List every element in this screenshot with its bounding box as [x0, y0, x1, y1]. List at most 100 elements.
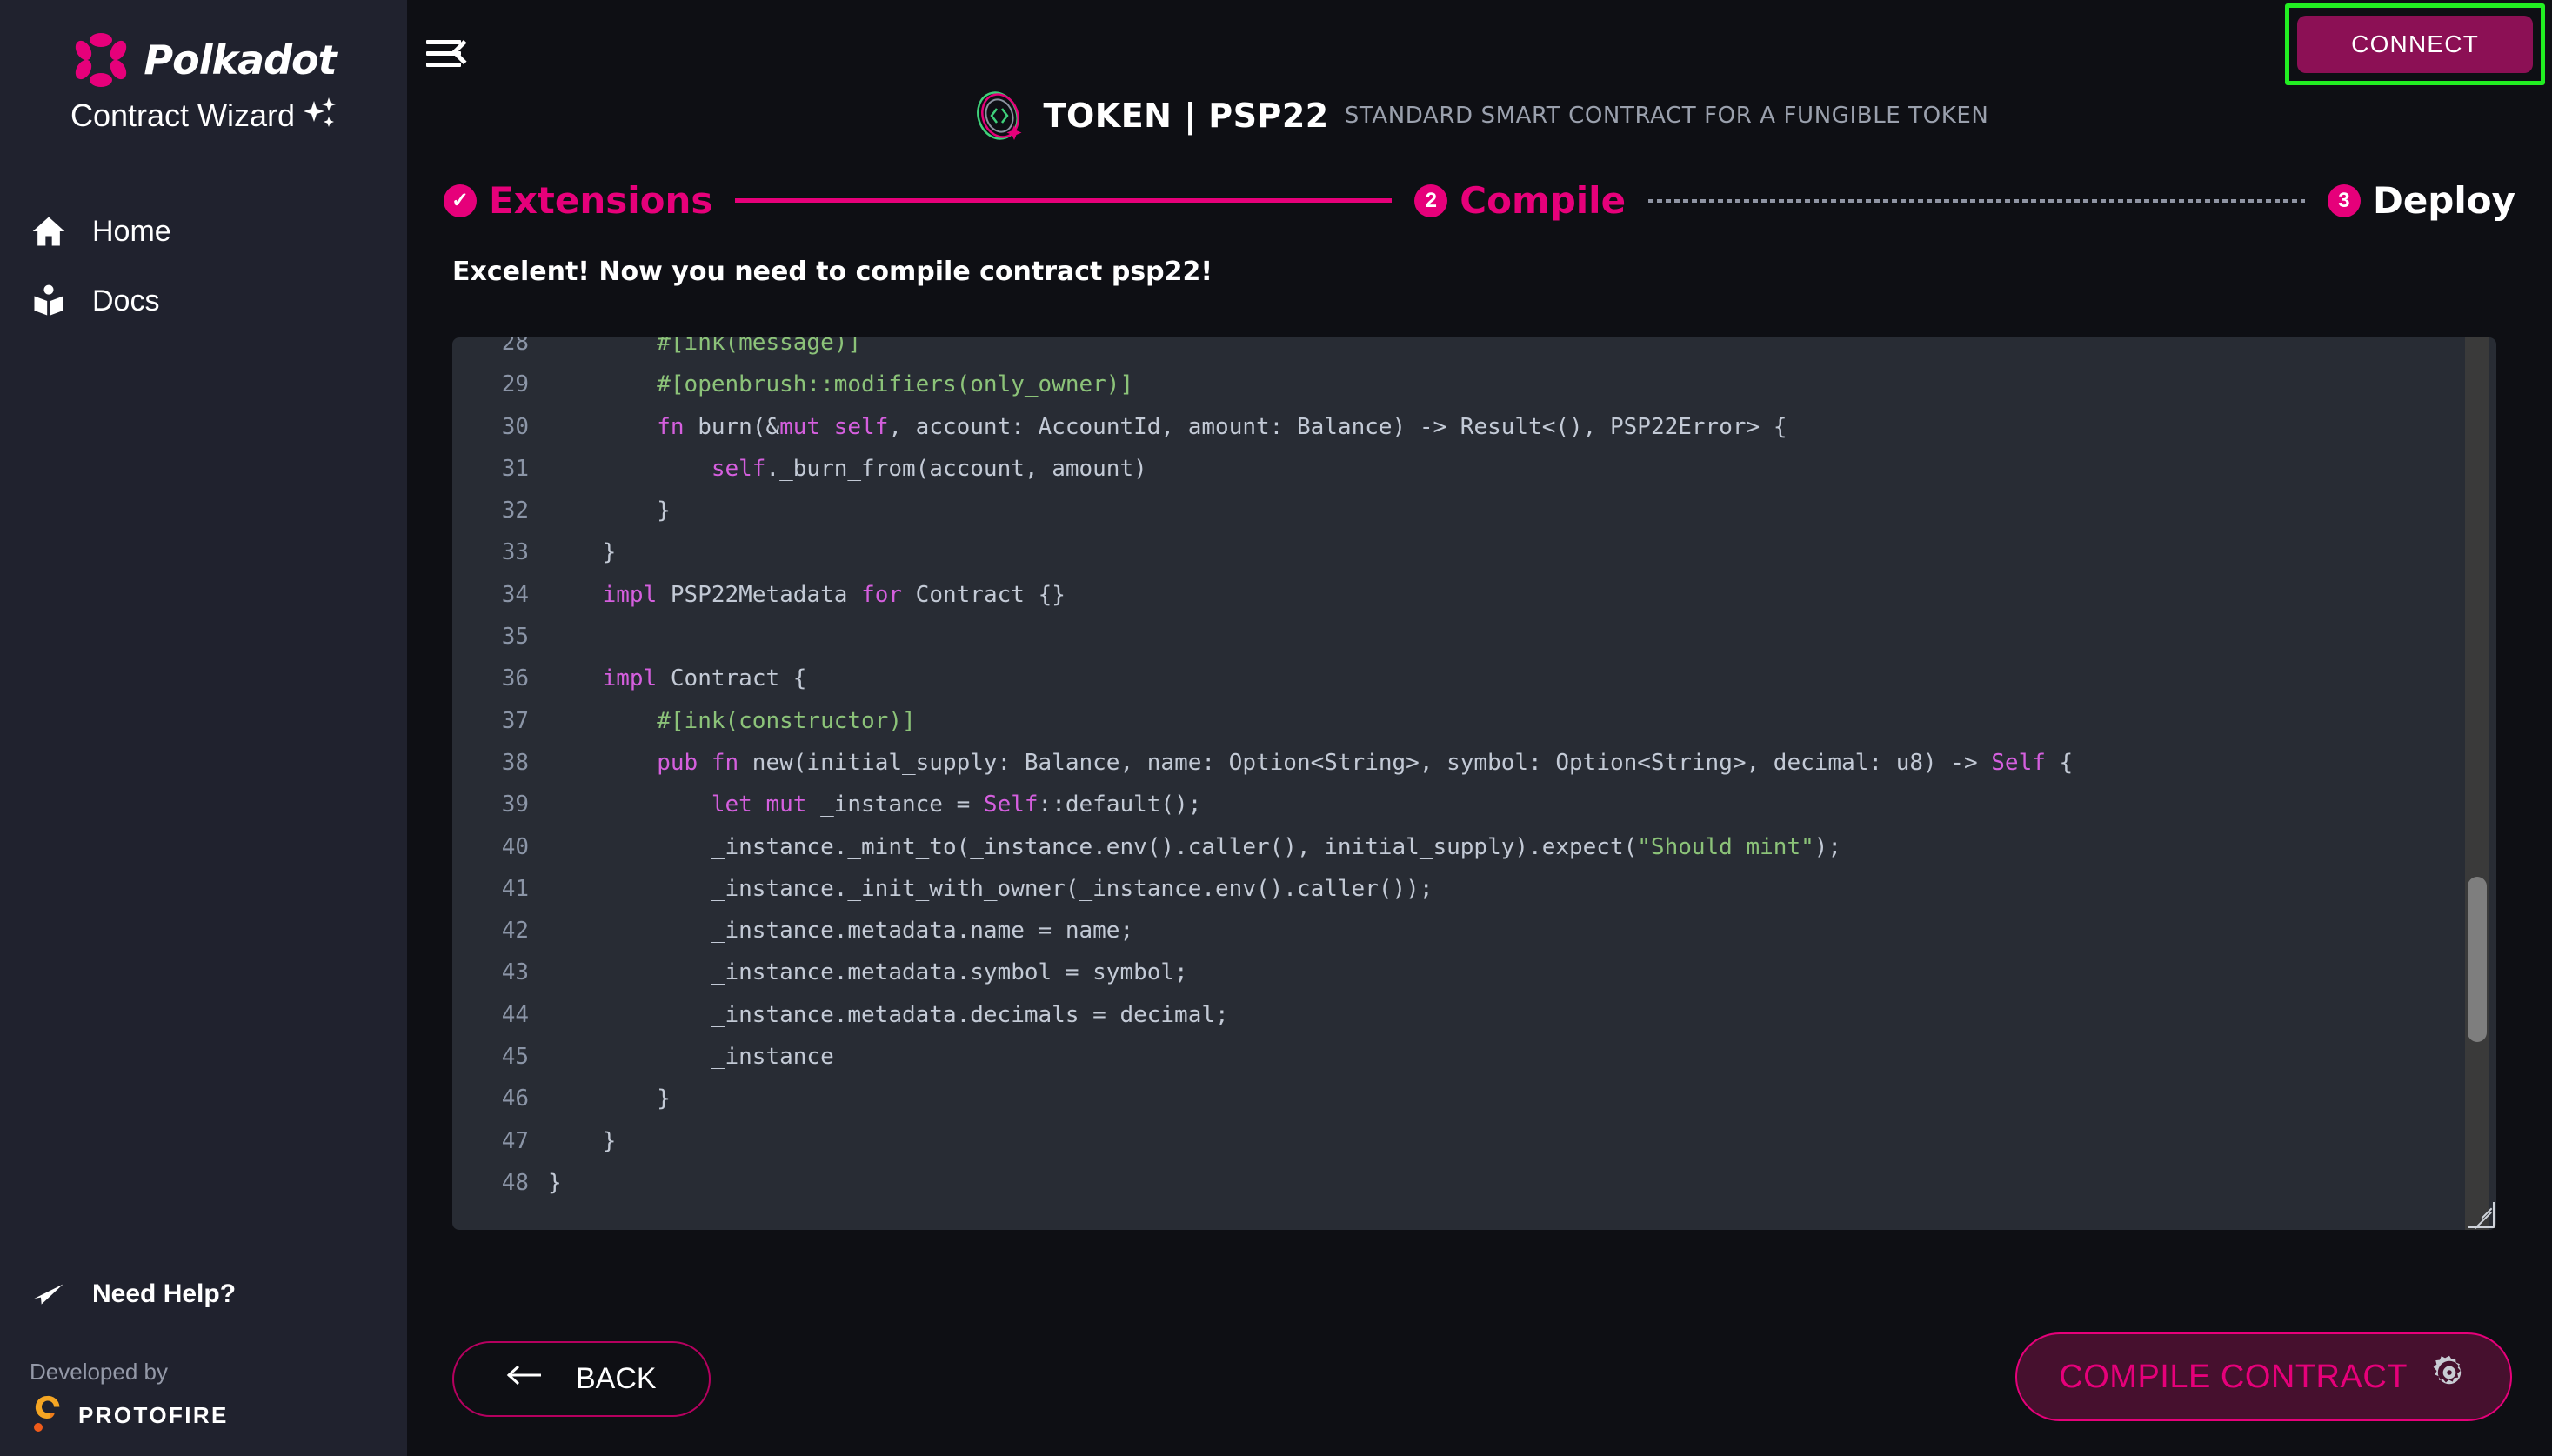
main-content: CONNECT TOKEN | PSP22 STANDARD SMART CON…: [407, 0, 2552, 1456]
code-line-text: impl Contract {: [548, 658, 806, 699]
top-bar: CONNECT: [407, 0, 2552, 103]
sidebar-item-home[interactable]: Home: [0, 197, 407, 266]
code-line-text: }: [548, 490, 671, 531]
code-line-number: 34: [452, 574, 548, 616]
brand-subtitle: Contract Wizard: [0, 96, 407, 136]
arrow-left-icon: [506, 1362, 544, 1396]
home-icon: [30, 212, 68, 250]
code-line-number: 37: [452, 700, 548, 742]
code-line-text: _instance.metadata.name = name;: [548, 910, 1133, 952]
send-icon: [30, 1275, 68, 1313]
compile-contract-button[interactable]: COMPILE CONTRACT: [2015, 1332, 2512, 1421]
polkadot-logo-icon: [70, 30, 131, 90]
protofire-label: PROTOFIRE: [78, 1402, 229, 1429]
brand: Polkadot Contract Wizard: [0, 0, 407, 136]
token-coin-icon: [971, 87, 1028, 144]
code-line: 34 impl PSP22Metadata for Contract {}: [452, 574, 2496, 616]
protofire-mark-icon: [30, 1394, 64, 1437]
code-line-text: _instance.metadata.symbol = symbol;: [548, 952, 1188, 993]
brand-name: Polkadot: [144, 37, 336, 83]
need-help-button[interactable]: Need Help?: [30, 1275, 407, 1313]
code-line-number: 39: [452, 784, 548, 825]
code-line-number: 47: [452, 1120, 548, 1162]
code-line-number: 38: [452, 742, 548, 784]
code-line-number: 45: [452, 1036, 548, 1078]
code-line: 48}: [452, 1162, 2496, 1204]
code-line-number: 29: [452, 364, 548, 405]
back-button[interactable]: BACK: [452, 1341, 711, 1417]
code-line: 37 #[ink(constructor)]: [452, 700, 2496, 742]
code-line: 38 pub fn new(initial_supply: Balance, n…: [452, 742, 2496, 784]
step-deploy[interactable]: 3 Deploy: [2328, 179, 2515, 222]
step-connector-2: [1648, 199, 2305, 203]
code-line-text: impl PSP22Metadata for Contract {}: [548, 574, 1066, 616]
code-line-text: }: [548, 531, 616, 573]
step-extensions[interactable]: ✓ Extensions: [444, 179, 712, 222]
code-line: 42 _instance.metadata.name = name;: [452, 910, 2496, 952]
step-deploy-badge: 3: [2328, 184, 2361, 217]
code-line-number: 33: [452, 531, 548, 573]
code-line-text: pub fn new(initial_supply: Balance, name…: [548, 742, 2073, 784]
book-icon: [30, 282, 68, 320]
connect-button[interactable]: CONNECT: [2297, 16, 2533, 73]
code-line-number: 32: [452, 490, 548, 531]
code-lines: 28 #[ink(message)]29 #[openbrush::modifi…: [452, 337, 2496, 1204]
code-line-number: 42: [452, 910, 548, 952]
step-compile-label: Compile: [1460, 179, 1626, 222]
code-line-number: 36: [452, 658, 548, 699]
connect-button-highlight: CONNECT: [2285, 3, 2545, 85]
code-line: 47 }: [452, 1120, 2496, 1162]
step-compile[interactable]: 2 Compile: [1414, 179, 1626, 222]
code-line: 46 }: [452, 1078, 2496, 1119]
code-line: 43 _instance.metadata.symbol = symbol;: [452, 952, 2496, 993]
code-line: 36 impl Contract {: [452, 658, 2496, 699]
sidebar-item-docs-label: Docs: [92, 284, 159, 318]
code-line-text: _instance._mint_to(_instance.env().calle…: [548, 826, 1841, 868]
code-line: 41 _instance._init_with_owner(_instance.…: [452, 868, 2496, 910]
code-line-text: }: [548, 1078, 671, 1119]
code-line-number: 30: [452, 406, 548, 448]
code-editor[interactable]: 28 #[ink(message)]29 #[openbrush::modifi…: [452, 337, 2496, 1230]
code-editor-scrollbar-thumb[interactable]: [2468, 877, 2487, 1042]
developed-by-label: Developed by: [30, 1359, 407, 1386]
status-message: Excelent! Now you need to compile contra…: [452, 257, 2552, 287]
code-line-text: _instance.metadata.decimals = decimal;: [548, 994, 1229, 1036]
back-button-label: BACK: [576, 1362, 657, 1396]
code-line: 29 #[openbrush::modifiers(only_owner)]: [452, 364, 2496, 405]
code-line: 44 _instance.metadata.decimals = decimal…: [452, 994, 2496, 1036]
code-line-number: 41: [452, 868, 548, 910]
need-help-label: Need Help?: [92, 1279, 236, 1309]
sidebar: Polkadot Contract Wizard Home: [0, 0, 407, 1456]
code-line-text: }: [548, 1120, 616, 1162]
protofire-logo[interactable]: PROTOFIRE: [30, 1394, 407, 1437]
code-line-number: 46: [452, 1078, 548, 1119]
code-line: 30 fn burn(&mut self, account: AccountId…: [452, 406, 2496, 448]
code-line-text: fn burn(&mut self, account: AccountId, a…: [548, 406, 1787, 448]
code-line-text: }: [548, 1162, 562, 1204]
code-line-number: 28: [452, 337, 548, 364]
code-line: 31 self._burn_from(account, amount): [452, 448, 2496, 490]
code-line: 28 #[ink(message)]: [452, 337, 2496, 364]
step-compile-badge: 2: [1414, 184, 1447, 217]
code-line-number: 31: [452, 448, 548, 490]
code-line-text: #[ink(constructor)]: [548, 700, 916, 742]
code-editor-viewport[interactable]: 28 #[ink(message)]29 #[openbrush::modifi…: [452, 337, 2496, 1230]
code-line-text: _instance._init_with_owner(_instance.env…: [548, 868, 1433, 910]
code-editor-resize-handle[interactable]: [2468, 1202, 2495, 1228]
code-line-text: let mut _instance = Self::default();: [548, 784, 1201, 825]
menu-collapse-icon[interactable]: [426, 33, 478, 73]
compile-contract-label: COMPILE CONTRACT: [2059, 1359, 2408, 1396]
code-line-number: 48: [452, 1162, 548, 1204]
code-line-number: 35: [452, 616, 548, 658]
code-line: 40 _instance._mint_to(_instance.env().ca…: [452, 826, 2496, 868]
code-line-number: 40: [452, 826, 548, 868]
wizard-stepper: ✓ Extensions 2 Compile 3 Deploy: [444, 179, 2515, 222]
code-line-text: #[openbrush::modifiers(only_owner)]: [548, 364, 1133, 405]
code-line: 35: [452, 616, 2496, 658]
sidebar-item-docs[interactable]: Docs: [0, 266, 407, 336]
step-extensions-badge: ✓: [444, 184, 477, 217]
brand-subtitle-text: Contract Wizard: [70, 97, 295, 134]
code-line-text: self._burn_from(account, amount): [548, 448, 1147, 490]
code-editor-scrollbar[interactable]: [2465, 337, 2489, 1230]
sidebar-footer: Need Help? Developed by PROTOFIRE: [0, 1275, 407, 1456]
